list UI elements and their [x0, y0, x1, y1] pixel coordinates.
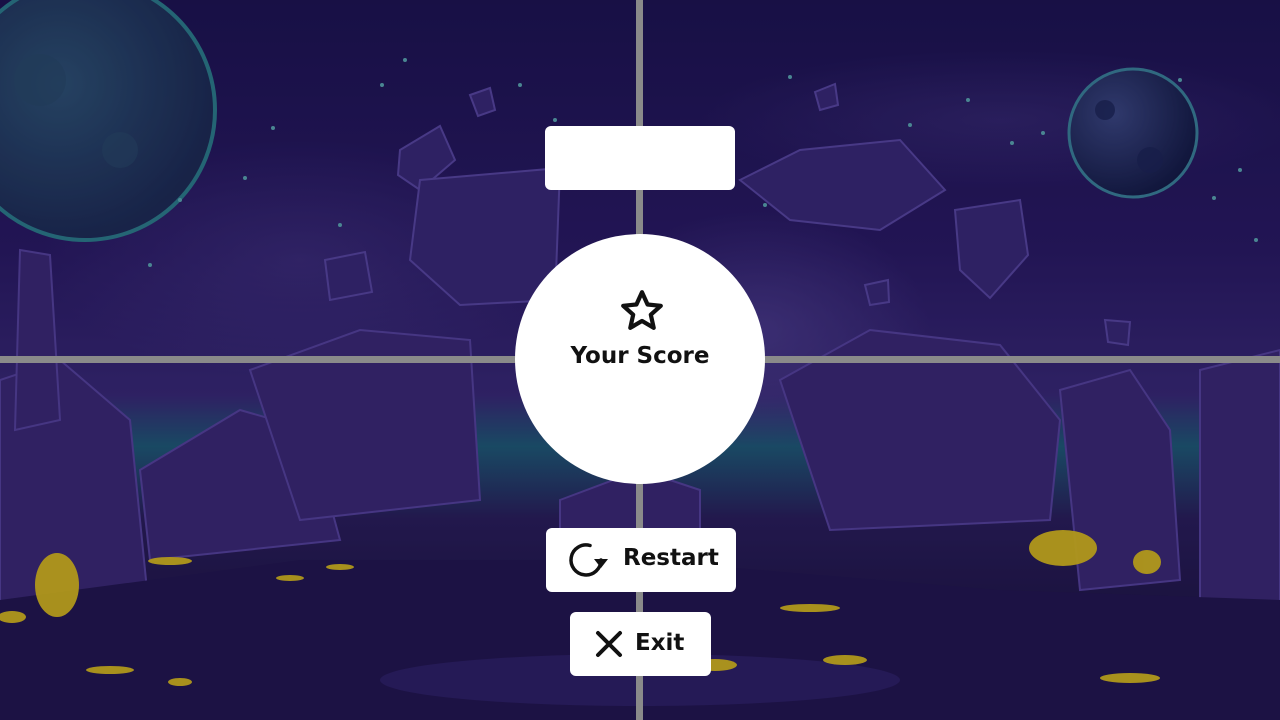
- score-panel: Your Score: [515, 234, 765, 484]
- restart-label: Restart: [623, 545, 719, 571]
- restart-icon: [569, 543, 608, 577]
- star-icon: [621, 290, 663, 330]
- exit-button[interactable]: Exit: [570, 612, 711, 676]
- score-label: Your Score: [570, 343, 710, 369]
- score-value-box: [545, 126, 735, 190]
- exit-label: Exit: [635, 630, 685, 656]
- close-icon: [596, 631, 622, 657]
- restart-button[interactable]: Restart: [546, 528, 736, 592]
